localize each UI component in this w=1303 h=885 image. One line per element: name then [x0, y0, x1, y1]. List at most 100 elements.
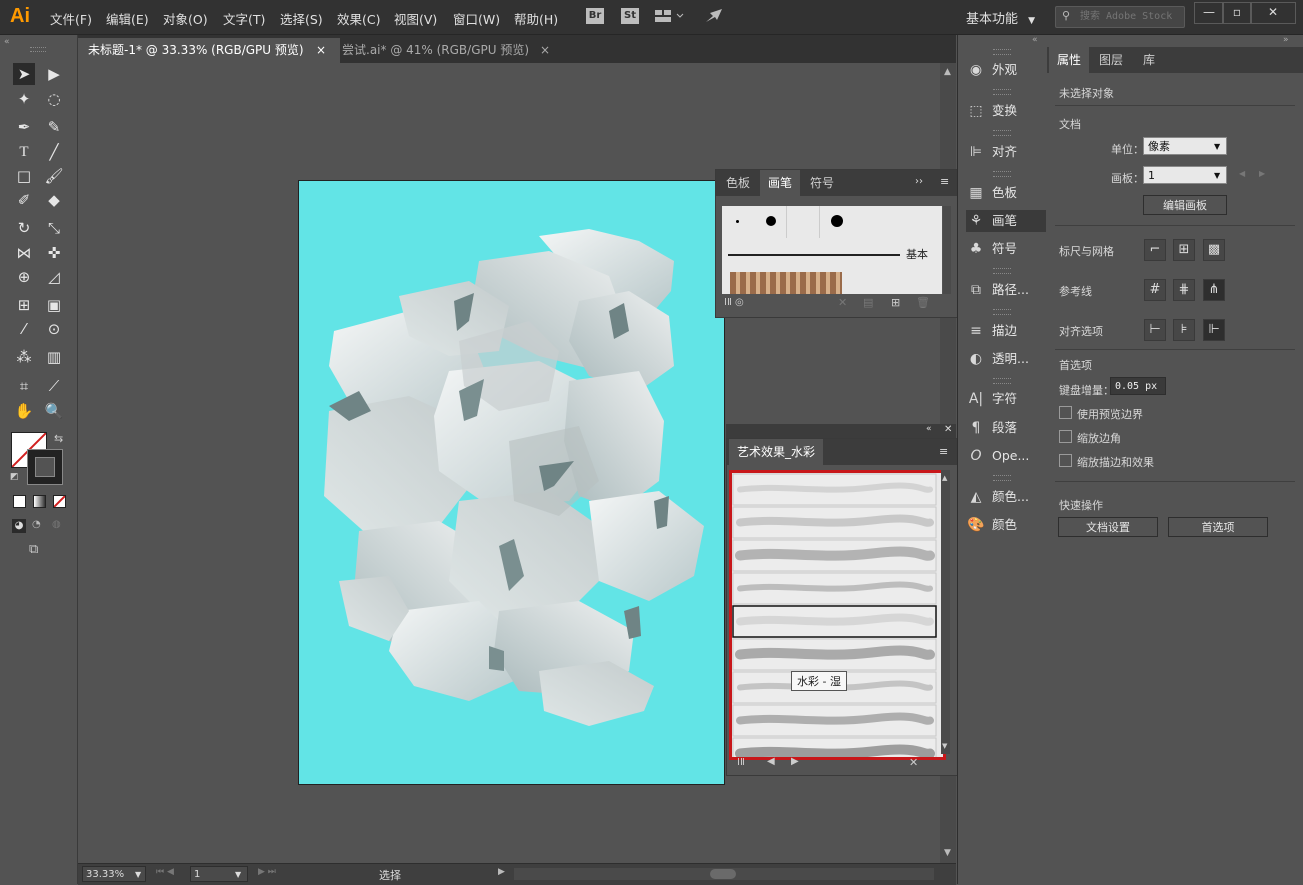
panel-grip[interactable]: [993, 171, 1011, 177]
gpu-performance-icon[interactable]: [704, 7, 724, 25]
rectangle-tool-icon[interactable]: □: [13, 165, 35, 187]
pattern-brush[interactable]: [730, 272, 842, 294]
color-mode-icon[interactable]: [13, 495, 26, 508]
direct-selection-tool-icon[interactable]: ▶: [43, 63, 65, 85]
hand-tool-icon[interactable]: ✋: [13, 400, 35, 422]
tab-layers[interactable]: 图层: [1091, 47, 1131, 73]
expand-icon[interactable]: »: [1283, 35, 1289, 45]
menu-window[interactable]: 窗口(W): [453, 9, 500, 28]
width-tool-icon[interactable]: ⋈: [13, 242, 35, 264]
slice-tool-icon[interactable]: ⟋: [43, 375, 65, 397]
tab-swatches[interactable]: 色板: [718, 170, 758, 196]
watercolor-brush-list[interactable]: 水彩 - 湿: [729, 470, 946, 770]
dock-symbols[interactable]: ♣ 符号: [966, 238, 1046, 260]
dock-appearance[interactable]: ◉ 外观: [966, 59, 1046, 81]
art-panel-titlebar[interactable]: « ✕: [726, 424, 956, 438]
tab-libraries[interactable]: 库: [1135, 47, 1163, 73]
menu-help[interactable]: 帮助(H): [514, 9, 558, 28]
brush-options-icon[interactable]: ▤: [863, 296, 873, 309]
collapse-icon[interactable]: «: [4, 37, 10, 47]
stock-button[interactable]: St: [621, 8, 639, 24]
snap-to-point-icon[interactable]: ⊧: [1173, 319, 1195, 341]
mesh-tool-icon[interactable]: ⊞: [13, 294, 35, 316]
collapse-icon[interactable]: «: [926, 424, 932, 434]
tab-watercolor-library[interactable]: 艺术效果_水彩: [729, 439, 824, 465]
paintbrush-tool-icon[interactable]: 🖌: [43, 165, 65, 187]
first-artboard-icon[interactable]: ⏮ ◀: [156, 867, 174, 877]
watercolor-list-scrollbar[interactable]: ▲ ▼: [941, 470, 950, 754]
dock-swatches[interactable]: ▦ 色板: [966, 182, 1046, 204]
draw-inside-icon[interactable]: ◍: [52, 519, 61, 530]
last-artboard-icon[interactable]: ▶ ⏭: [258, 867, 276, 877]
dock-character[interactable]: A| 字符: [966, 388, 1046, 410]
brush-list[interactable]: 基本: [722, 206, 942, 294]
symbol-sprayer-tool-icon[interactable]: ⁂: [13, 346, 35, 368]
menu-select[interactable]: 选择(S): [280, 9, 323, 28]
dock-stroke[interactable]: ≡ 描边: [966, 320, 1046, 342]
brush-list-scrollbar[interactable]: [943, 206, 951, 294]
line-tool-icon[interactable]: ╱: [43, 141, 65, 163]
pen-tool-icon[interactable]: ✒: [13, 116, 35, 138]
watercolor-strokes[interactable]: [732, 473, 943, 770]
zoom-field[interactable]: 33.33% ▼: [82, 866, 146, 882]
stock-search-input[interactable]: [1080, 8, 1180, 24]
next-artboard-icon[interactable]: ▶: [1259, 169, 1265, 178]
rotate-tool-icon[interactable]: ↻: [13, 217, 35, 239]
dock-transparency[interactable]: ◐ 透明...: [966, 348, 1046, 370]
gradient-tool-icon[interactable]: ▣: [43, 294, 65, 316]
grid-icon[interactable]: ⊞: [1173, 239, 1195, 261]
close-window-button[interactable]: ✕: [1250, 2, 1296, 24]
scale-corners-checkbox[interactable]: [1059, 430, 1072, 443]
panel-grip[interactable]: [993, 130, 1011, 136]
brush-dot-small[interactable]: [736, 220, 739, 223]
scroll-thumb[interactable]: [710, 869, 736, 879]
dock-color[interactable]: 🎨 颜色: [966, 514, 1046, 536]
default-fill-stroke-icon[interactable]: ◩: [10, 472, 19, 482]
dock-pathfinder[interactable]: ⧉ 路径...: [966, 279, 1046, 301]
horizontal-scrollbar[interactable]: [514, 868, 934, 880]
panel-grip[interactable]: [993, 378, 1011, 384]
menu-file[interactable]: 文件(F): [50, 9, 92, 28]
workspace-switcher[interactable]: 基本功能 ▼: [966, 8, 1035, 27]
tab-brushes[interactable]: 画笔: [760, 170, 801, 196]
draw-normal-icon[interactable]: ◕: [12, 519, 26, 533]
panel-menu-icon[interactable]: ≡: [939, 445, 948, 458]
menu-type[interactable]: 文字(T): [223, 9, 265, 28]
panel-grip[interactable]: [993, 309, 1011, 315]
units-dropdown[interactable]: 像素 ▼: [1143, 137, 1227, 155]
delete-brush-icon[interactable]: 🗑: [916, 296, 930, 309]
puppet-warp-tool-icon[interactable]: ✜: [43, 242, 65, 264]
snap-to-glyph-icon[interactable]: ⊩: [1203, 319, 1225, 341]
artboard-nav-field[interactable]: 1 ▼: [190, 866, 248, 882]
type-tool-icon[interactable]: T: [13, 141, 35, 163]
dock-transform[interactable]: ⬚ 变换: [966, 100, 1046, 122]
brush-dot-medium[interactable]: [766, 216, 776, 226]
zoom-tool-icon[interactable]: 🔍: [43, 400, 65, 422]
dock-opentype[interactable]: O Ope...: [966, 445, 1046, 467]
remove-brush-stroke-icon[interactable]: ✕: [909, 756, 918, 769]
menu-object[interactable]: 对象(O): [163, 9, 208, 28]
scale-strokes-checkbox[interactable]: [1059, 454, 1072, 467]
document-setup-button[interactable]: 文档设置: [1058, 517, 1158, 537]
preferences-button[interactable]: 首选项: [1168, 517, 1268, 537]
minimize-button[interactable]: —: [1194, 2, 1224, 24]
guides-icon[interactable]: #: [1144, 279, 1166, 301]
new-brush-icon[interactable]: ⊞: [891, 296, 900, 309]
tab-symbols[interactable]: 符号: [802, 170, 842, 196]
scroll-up-icon[interactable]: ▲: [942, 474, 947, 482]
brush-dot-large[interactable]: [831, 215, 843, 227]
eraser-tool-icon[interactable]: ◆: [43, 189, 65, 211]
expand-icon[interactable]: ››: [915, 176, 923, 187]
maximize-button[interactable]: ▫: [1222, 2, 1252, 24]
panel-menu-icon[interactable]: ≡: [940, 175, 949, 188]
tab-trial[interactable]: 尝试.ai* @ 41% (RGB/GPU 预览) ×: [332, 38, 560, 63]
snap-to-pixel-icon[interactable]: ⊢: [1144, 319, 1166, 341]
dock-color-guide[interactable]: ◭ 颜色...: [966, 486, 1046, 508]
stroke-swatch[interactable]: [27, 449, 63, 485]
blend-tool-icon[interactable]: ⊙: [43, 318, 65, 340]
panel-grip[interactable]: [993, 475, 1011, 481]
lasso-tool-icon[interactable]: ◌: [43, 88, 65, 110]
ruler-icon[interactable]: ⌐: [1144, 239, 1166, 261]
close-icon[interactable]: ✕: [944, 424, 952, 435]
preview-bounds-checkbox[interactable]: [1059, 406, 1072, 419]
